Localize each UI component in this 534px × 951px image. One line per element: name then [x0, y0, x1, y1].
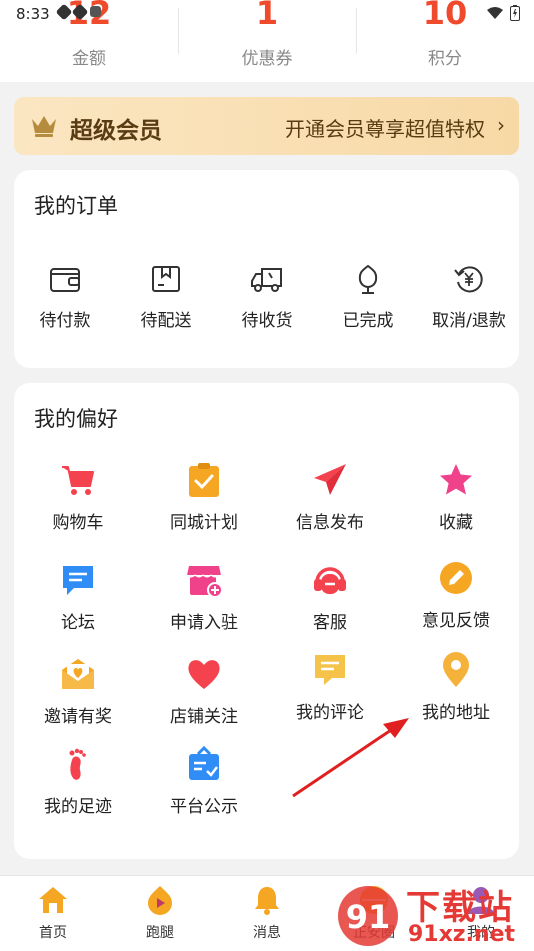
- home-icon: [39, 887, 67, 913]
- pref-label: 同城计划: [170, 513, 238, 533]
- play-icon: [148, 886, 172, 915]
- notice-icon: [189, 746, 219, 780]
- pref-label: 申请入驻: [170, 613, 238, 633]
- stat-amount-label: 金额: [72, 49, 106, 69]
- bell-icon: [255, 887, 279, 915]
- wallet-icon: [50, 268, 80, 292]
- watermark-sub: 91xz.net: [408, 922, 516, 947]
- order-pending-receipt[interactable]: 待收货: [217, 262, 317, 331]
- watermark: 91 下载站 91xz.net: [334, 880, 534, 950]
- tulip-icon: [358, 264, 378, 294]
- pref-city-plan[interactable]: 同城计划: [141, 462, 267, 533]
- pref-cart[interactable]: 购物车: [15, 462, 141, 533]
- app-notification-icon: [55, 3, 73, 21]
- status-time: 8:33: [16, 5, 50, 23]
- pref-forum[interactable]: 论坛: [15, 562, 141, 633]
- pref-platform-notice[interactable]: 平台公示: [141, 746, 267, 817]
- vip-promo-text: 开通会员尊享超值特权: [285, 117, 485, 141]
- pref-favorites[interactable]: 收藏: [393, 462, 519, 533]
- crown-icon: [32, 116, 56, 137]
- notification-icons: [55, 3, 101, 21]
- location-icon: [443, 652, 469, 687]
- app-notification-icon: [90, 6, 101, 17]
- footprint-icon: [69, 748, 86, 780]
- vip-title: 超级会员: [70, 118, 162, 144]
- status-bar: 8:33: [0, 0, 534, 30]
- order-label: 待收货: [241, 311, 293, 331]
- refund-icon: [454, 266, 483, 293]
- pencil-icon: [440, 562, 472, 594]
- annotation-arrow: [292, 718, 409, 798]
- pref-label: 平台公示: [170, 797, 238, 817]
- pref-invite[interactable]: 邀请有奖: [15, 656, 141, 727]
- pref-label: 我的足迹: [44, 797, 112, 817]
- headset-icon: [314, 567, 346, 594]
- pref-label: 客服: [313, 613, 347, 633]
- order-pending-delivery[interactable]: 待配送: [116, 262, 216, 331]
- stat-points-label: 积分: [428, 49, 462, 69]
- order-label: 待付款: [39, 311, 91, 331]
- nav-label: 消息: [253, 925, 281, 941]
- envelope-heart-icon: [62, 659, 94, 689]
- nav-label: 首页: [39, 925, 67, 941]
- nav-label: 跑腿: [146, 925, 174, 941]
- watermark-badge: 91: [346, 898, 391, 936]
- pref-store-follow[interactable]: 店铺关注: [141, 656, 267, 727]
- nav-errand[interactable]: 跑腿: [120, 884, 200, 942]
- truck-icon: [251, 268, 282, 292]
- nav-messages[interactable]: 消息: [227, 884, 307, 942]
- order-label: 已完成: [342, 311, 394, 331]
- comment-icon: [315, 655, 345, 685]
- pref-publish[interactable]: 信息发布: [267, 462, 393, 533]
- system-icons: [486, 5, 520, 21]
- pref-label: 收藏: [439, 513, 473, 533]
- chevron-right-icon: ›: [497, 113, 505, 137]
- pref-apply-join[interactable]: 申请入驻: [141, 562, 267, 633]
- shop-icon: [186, 566, 222, 598]
- clipboard-icon: [189, 463, 219, 497]
- order-pending-payment[interactable]: 待付款: [15, 262, 115, 331]
- pref-label: 论坛: [61, 613, 95, 633]
- pref-label: 邀请有奖: [44, 707, 112, 727]
- pref-customer-service[interactable]: 客服: [267, 562, 393, 633]
- cart-icon: [62, 466, 94, 495]
- watermark-logo: 91: [338, 886, 398, 946]
- stat-coupons-label: 优惠券: [241, 49, 293, 69]
- pref-label: 购物车: [52, 513, 104, 533]
- pref-footprint[interactable]: 我的足迹: [15, 746, 141, 817]
- pref-label: 意见反馈: [422, 611, 490, 631]
- orders-title: 我的订单: [34, 194, 118, 218]
- heart-icon: [188, 660, 220, 689]
- chat-icon: [63, 566, 93, 595]
- battery-icon: [510, 5, 520, 21]
- star-icon: [440, 464, 472, 495]
- pref-feedback[interactable]: 意见反馈: [393, 560, 519, 631]
- pref-label: 信息发布: [296, 513, 364, 533]
- wifi-icon: [487, 7, 503, 19]
- pref-label: 店铺关注: [170, 707, 238, 727]
- box-icon: [152, 266, 180, 292]
- app-notification-icon: [71, 3, 89, 21]
- order-completed[interactable]: 已完成: [318, 262, 418, 331]
- nav-home[interactable]: 首页: [13, 884, 93, 942]
- vip-banner[interactable]: 超级会员 开通会员尊享超值特权 ›: [14, 97, 519, 155]
- preferences-title: 我的偏好: [34, 407, 118, 431]
- order-label: 待配送: [140, 311, 192, 331]
- order-refund[interactable]: 取消/退款: [419, 262, 519, 331]
- paper-plane-icon: [314, 464, 346, 495]
- order-label: 取消/退款: [432, 311, 506, 331]
